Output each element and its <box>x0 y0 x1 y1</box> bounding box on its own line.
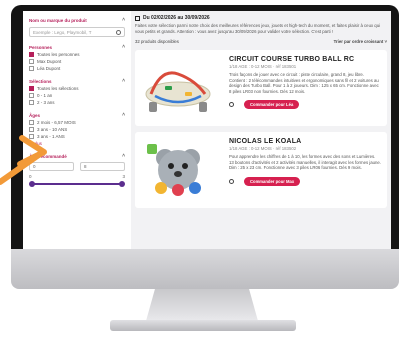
checkbox-option-all-selections[interactable]: Toutes les sélections <box>29 86 125 91</box>
option-label: Toutes les sélections <box>37 86 79 91</box>
intro-text: Faites votre sélection parmi notre choix… <box>135 23 381 34</box>
chevron-up-icon[interactable]: ˄ <box>122 112 125 118</box>
option-label: Toutes les personnes <box>37 52 80 57</box>
checkbox-checked-icon[interactable] <box>29 52 34 57</box>
koala-toy-illustration <box>147 144 201 196</box>
product-actions: Commander pour Léa <box>229 100 381 109</box>
results-bar: 32 produits disponibles Trier par ordre … <box>135 39 387 44</box>
product-details: CIRCUIT COURSE TURBO BALL RC 1/18 AGE : … <box>215 56 381 120</box>
sort-label: Trier par ordre croissant <box>333 39 384 44</box>
persons-heading-label: Personnes <box>29 44 53 50</box>
age-max-input[interactable]: 8 <box>80 162 125 171</box>
chevron-up-icon[interactable]: ˄ <box>122 153 125 159</box>
checkbox-icon[interactable] <box>29 59 34 64</box>
monitor-stand-base <box>110 320 296 331</box>
period-header: Du 02/02/2026 au 30/09/2026 <box>135 15 387 21</box>
search-placeholder: Exemple : Lego, Playmobil, T <box>33 29 92 35</box>
product-ref: 1/18 AGE : 0-12 MOIS · réf 183502 <box>229 146 297 151</box>
brand-filter-label: Nom ou marque du produit <box>29 17 87 23</box>
order-button[interactable]: Commander pour Max <box>244 176 301 186</box>
chevron-up-icon[interactable]: ˄ <box>122 78 125 84</box>
monitor: Nom ou marque du produit ˄ Exemple : Leg… <box>7 5 407 290</box>
product-description: Trois façons de jouer avec ce circuit : … <box>229 72 379 94</box>
checkbox-icon[interactable] <box>29 93 34 98</box>
product-actions: Commander pour Max <box>229 176 381 186</box>
checkbox-option-all-persons[interactable]: Toutes les personnes <box>29 52 125 57</box>
race-track-illustration <box>145 71 211 112</box>
persons-filter-heading: Personnes ˄ <box>29 44 125 50</box>
checkbox-option-2-3[interactable]: 2 - 3 ans <box>29 100 125 105</box>
search-icon[interactable] <box>116 29 121 35</box>
product-details: NICOLAS LE KOALA 1/18 AGE : 0-12 MOIS · … <box>215 138 381 202</box>
product-card: CIRCUIT COURSE TURBO BALL RC 1/18 AGE : … <box>135 50 387 126</box>
chevron-up-icon[interactable]: ˄ <box>122 44 125 50</box>
checkbox-option-0-1[interactable]: 0 - 1 an <box>29 93 125 98</box>
product-search-input[interactable]: Exemple : Lego, Playmobil, T <box>29 27 125 37</box>
option-label: Léa Dupont <box>37 66 61 71</box>
period-text: Du 02/02/2026 au 30/09/2026 <box>143 15 210 21</box>
checkbox-icon[interactable] <box>29 66 34 71</box>
product-ref: 1/18 AGE : 0-12 MOIS · réf 183501 <box>229 64 297 69</box>
product-card: NICOLAS LE KOALA 1/18 AGE : 0-12 MOIS · … <box>135 132 387 208</box>
option-label: 0 - 1 an <box>37 93 53 98</box>
option-label: 2 - 3 ans <box>37 100 55 105</box>
product-description: Pour apprendre les chiffres de 1 à 10, l… <box>229 154 382 170</box>
checkbox-option-max[interactable]: Max Dupont <box>29 59 125 64</box>
product-count: 32 produits disponibles <box>135 39 179 44</box>
range-max-label: 3 <box>122 174 125 179</box>
sort-dropdown[interactable]: Trier par ordre croissant ˅ <box>334 39 387 44</box>
option-label: Max Dupont <box>37 59 62 64</box>
checkbox-option-lea[interactable]: Léa Dupont <box>29 66 125 71</box>
selections-filter-heading: Sélections ˄ <box>29 78 125 84</box>
monitor-stand <box>146 289 258 321</box>
calendar-icon <box>135 15 140 21</box>
order-button[interactable]: Commander pour Léa <box>244 100 300 109</box>
main-content: Du 02/02/2026 au 30/09/2026 Faites votre… <box>131 11 391 251</box>
brand-filter-heading: Nom ou marque du produit ˄ <box>29 17 125 23</box>
product-title: NICOLAS LE KOALA <box>229 138 302 145</box>
checkbox-icon[interactable] <box>29 100 34 105</box>
checkbox-checked-icon[interactable] <box>29 86 34 91</box>
zoom-icon[interactable] <box>229 178 234 184</box>
product-title: CIRCUIT COURSE TURBO BALL RC <box>229 56 355 63</box>
pointer-arrow-icon <box>0 135 47 185</box>
selections-heading-label: Sélections <box>29 78 52 84</box>
slider-max-handle[interactable] <box>119 181 125 187</box>
chevron-down-icon: ˅ <box>384 39 387 44</box>
chevron-up-icon[interactable]: ˄ <box>122 17 125 23</box>
zoom-icon[interactable] <box>229 102 234 107</box>
product-image-koala[interactable] <box>141 138 215 200</box>
screen: Nom ou marque du produit ˄ Exemple : Leg… <box>23 11 391 251</box>
monitor-chin <box>11 249 399 289</box>
product-image-turbo-ball[interactable] <box>141 56 215 118</box>
